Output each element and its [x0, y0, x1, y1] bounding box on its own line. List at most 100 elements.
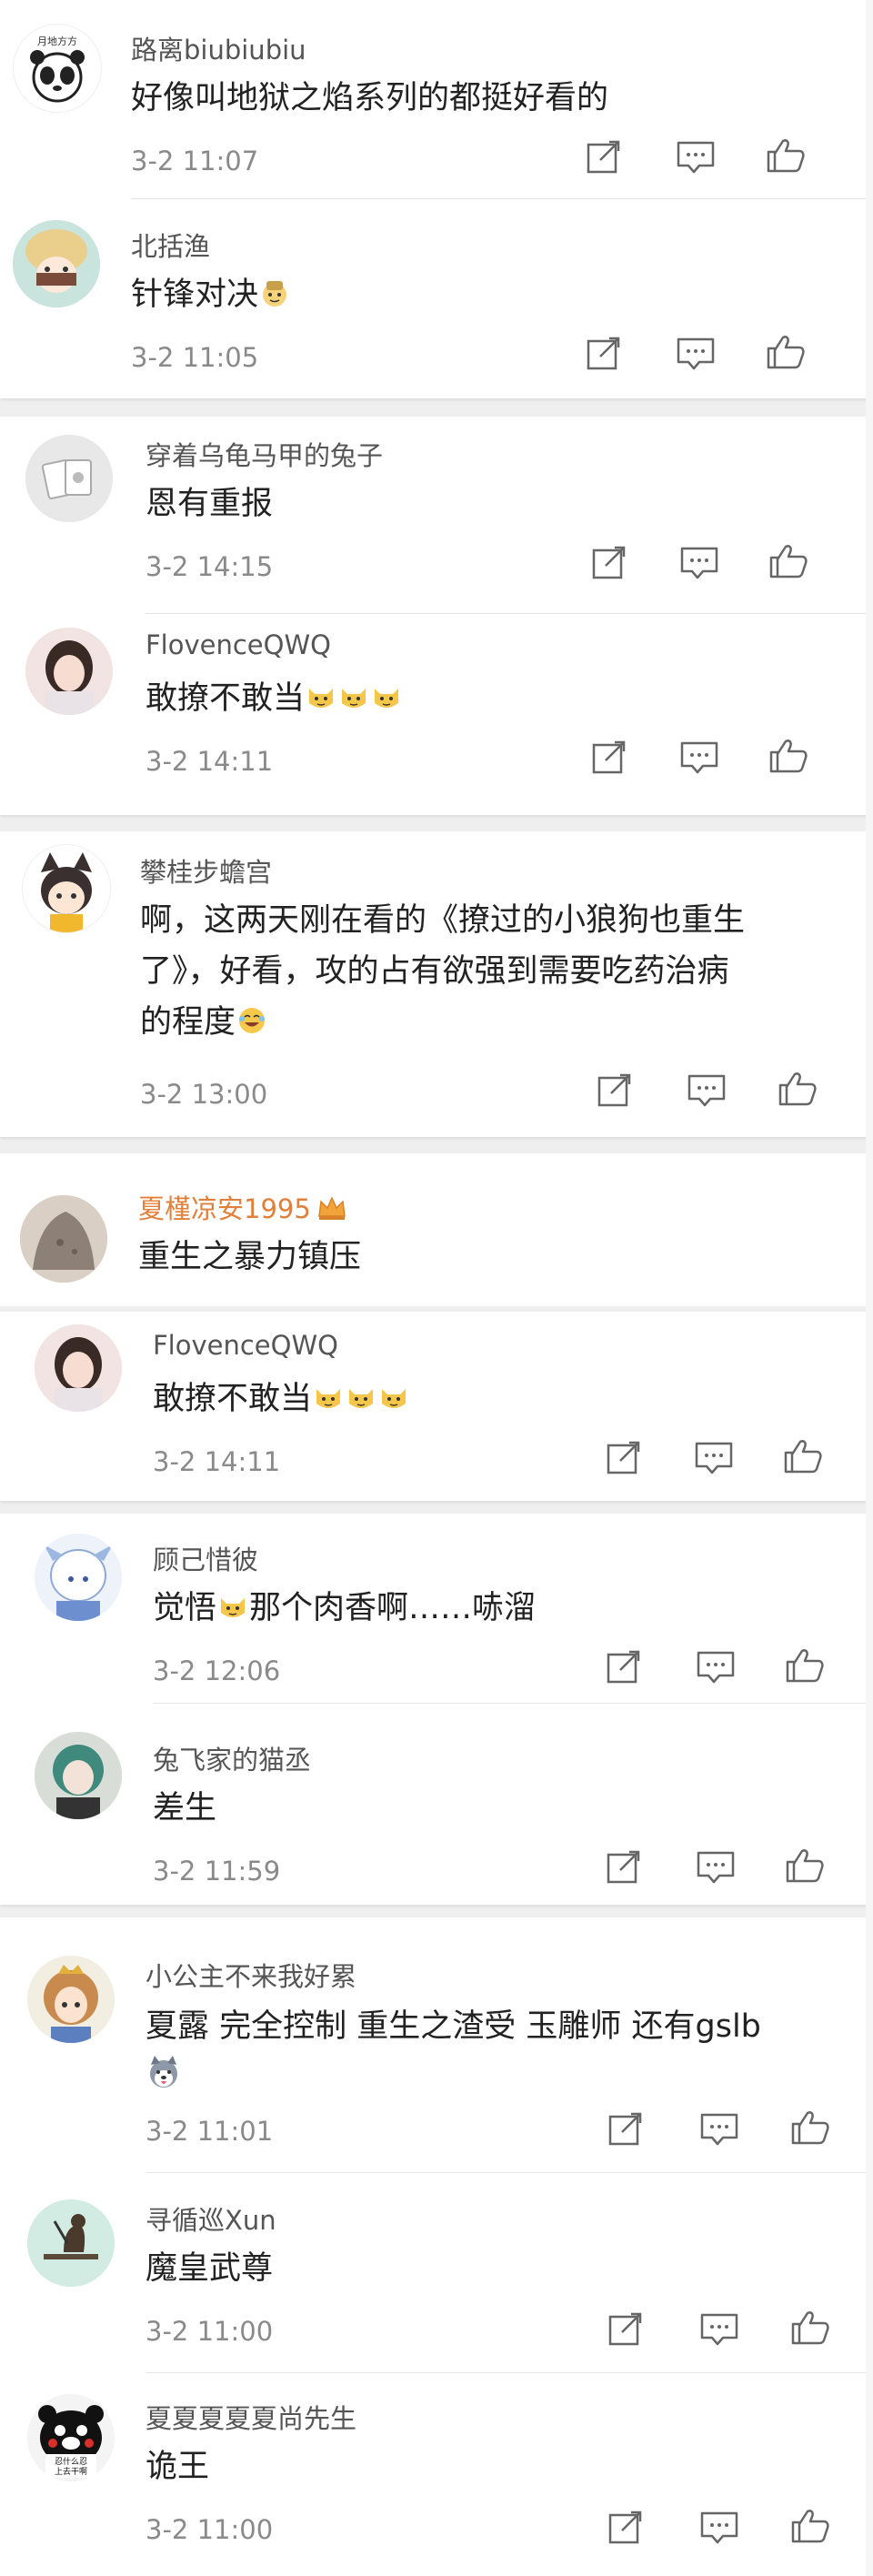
comment-item: 顾己惜彼 觉悟 那个肉香啊……哧溜 3-2 12:06 [0, 1514, 873, 1703]
comment-icon[interactable] [678, 544, 720, 582]
comment-text: 敢撩不敢当 [153, 1374, 410, 1424]
share-icon[interactable] [606, 2509, 647, 2547]
share-icon[interactable] [606, 2310, 647, 2349]
avatar-anime-crown[interactable] [27, 1956, 115, 2043]
comment-time: 3-2 11:05 [131, 342, 259, 373]
comment-time: 3-2 11:00 [146, 2316, 274, 2347]
comment-author[interactable]: 寻循巡Xun [146, 2199, 276, 2238]
section-gap [0, 398, 873, 417]
like-icon[interactable] [777, 1070, 818, 1108]
comment-section-6: 顾己惜彼 觉悟 那个肉香啊……哧溜 3-2 12:06 兔飞家的猫丞 差生 3-2… [0, 1514, 873, 1905]
share-icon[interactable] [584, 138, 626, 176]
comment-item: 寻循巡Xun 魔皇武尊 3-2 11:00 [0, 2172, 873, 2372]
comment-time: 3-2 12:06 [153, 1655, 281, 1686]
comment-time: 3-2 14:11 [153, 1446, 281, 1477]
comment-text: 魔皇武尊 [146, 2250, 274, 2287]
comment-time: 3-2 11:07 [131, 146, 259, 176]
comment-time: 3-2 11:01 [146, 2116, 274, 2147]
comment-author[interactable]: 攀桂步蟾宫 [140, 851, 272, 890]
like-icon[interactable] [768, 737, 809, 775]
comment-author-vip[interactable]: 夏槿凉安1995 [138, 1188, 347, 1226]
share-icon[interactable] [604, 1439, 646, 1477]
comment-icon[interactable] [698, 2509, 740, 2547]
like-icon[interactable] [784, 1846, 826, 1885]
avatar-green-hair[interactable] [35, 1732, 122, 1819]
comment-author[interactable]: 小公主不来我好累 [146, 1956, 356, 1994]
comment-text: 重生之暴力镇压 [138, 1239, 362, 1275]
comment-item: FlovenceQWQ 敢撩不敢当 3-2 14:11 [0, 613, 873, 815]
avatar-stone[interactable] [20, 1195, 107, 1283]
comment-author[interactable]: FlovenceQWQ [153, 1330, 338, 1361]
comment-author[interactable]: 顾己惜彼 [153, 1539, 258, 1577]
avatar-panda[interactable]: 月地方方 [13, 24, 102, 113]
emoji-cat-icon [382, 1389, 406, 1408]
avatar-anime-girl[interactable] [13, 220, 100, 307]
comment-section-1: 月地方方 路离biubiubiu 好像叫地狱之焰系列的都挺好看的 3-2 11:… [0, 0, 873, 398]
comment-author[interactable]: 穿着乌龟马甲的兔子 [146, 435, 383, 473]
like-icon[interactable] [784, 1646, 826, 1685]
comment-time: 3-2 13:00 [140, 1079, 268, 1110]
avatar-kumamon[interactable]: 忍什么忍 上去干啊 [27, 2394, 115, 2481]
emoji-doge-icon [263, 281, 287, 307]
like-icon[interactable] [765, 333, 807, 371]
emoji-cat-icon [342, 689, 366, 708]
comment-icon[interactable] [675, 138, 717, 176]
share-icon[interactable] [604, 1848, 646, 1887]
crown-icon [317, 1196, 346, 1220]
like-icon[interactable] [768, 542, 809, 580]
avatar-drawing[interactable] [27, 2199, 115, 2287]
like-icon[interactable] [789, 2309, 831, 2347]
avatar-cat-girl[interactable] [22, 844, 111, 933]
comment-item: 攀桂步蟾宫 啊，这两天刚在看的《撩过的小狼狗也重生 了》，好看，攻的占有欲强到需… [0, 831, 873, 1137]
comment-icon[interactable] [678, 739, 720, 777]
comment-author[interactable]: FlovenceQWQ [146, 629, 331, 660]
comment-text: 好像叫地狱之焰系列的都挺好看的 [131, 80, 609, 116]
comment-icon[interactable] [695, 1648, 737, 1686]
comment-author[interactable]: 兔飞家的猫丞 [153, 1739, 311, 1777]
share-icon[interactable] [589, 544, 631, 582]
share-icon[interactable] [595, 1072, 637, 1110]
comment-icon[interactable] [698, 2110, 740, 2148]
emoji-laugh-icon [239, 1008, 266, 1033]
like-icon[interactable] [789, 2507, 831, 2545]
comment-item: FlovenceQWQ 敢撩不敢当 3-2 14:11 [0, 1312, 873, 1501]
like-icon[interactable] [765, 136, 807, 175]
comment-icon[interactable] [675, 335, 717, 373]
like-icon[interactable] [782, 1437, 824, 1475]
avatar-anime-white[interactable] [35, 1534, 122, 1621]
comment-item: 小公主不来我好累 夏露 完全控制 重生之渣受 玉雕师 还有gslb 3-2 11… [0, 1917, 873, 2172]
comment-author[interactable]: 北括渔 [131, 226, 210, 264]
emoji-cat-icon [221, 1598, 246, 1617]
emoji-cat-icon [309, 689, 334, 708]
comment-author[interactable]: 路离biubiubiu [131, 29, 306, 67]
comment-text-line: 的程度 [140, 997, 268, 1048]
share-icon[interactable] [604, 1648, 646, 1686]
comment-text: 恩有重报 [146, 486, 274, 522]
comment-text-line: 啊，这两天刚在看的《撩过的小狼狗也重生 [140, 902, 746, 939]
avatar-girl-photo[interactable] [25, 628, 113, 715]
comment-text: 差生 [153, 1790, 217, 1826]
comment-item: 忍什么忍 上去干啊 夏夏夏夏夏尚先生 诡王 3-2 11:00 [0, 2372, 873, 2576]
comment-time: 3-2 11:59 [153, 1856, 281, 1887]
emoji-cat-icon [316, 1389, 341, 1408]
comment-item: 夏槿凉安1995 重生之暴力镇压 [0, 1153, 873, 1306]
section-gap [0, 1137, 873, 1153]
scrollbar[interactable] [866, 0, 873, 2576]
emoji-husky-icon [146, 2054, 182, 2090]
share-icon[interactable] [589, 739, 631, 777]
comment-text: 夏露 完全控制 重生之渣受 玉雕师 还有gslb [146, 2008, 761, 2045]
comment-icon[interactable] [698, 2310, 740, 2349]
comment-icon[interactable] [693, 1439, 735, 1477]
comment-author[interactable]: 夏夏夏夏夏尚先生 [146, 2398, 356, 2436]
comment-icon[interactable] [695, 1848, 737, 1887]
avatar-cards[interactable] [25, 435, 113, 522]
share-icon[interactable] [584, 335, 626, 373]
comment-icon[interactable] [686, 1072, 728, 1110]
comment-item: 北括渔 针锋对决 3-2 11:05 [0, 198, 873, 398]
like-icon[interactable] [789, 2108, 831, 2147]
section-gap [0, 1905, 873, 1917]
emoji-cat-icon [375, 689, 399, 708]
avatar-girl-photo[interactable] [35, 1324, 122, 1412]
comment-text-line: 了》，好看，攻的占有欲强到需要吃药治病 [140, 953, 729, 990]
share-icon[interactable] [606, 2110, 647, 2148]
